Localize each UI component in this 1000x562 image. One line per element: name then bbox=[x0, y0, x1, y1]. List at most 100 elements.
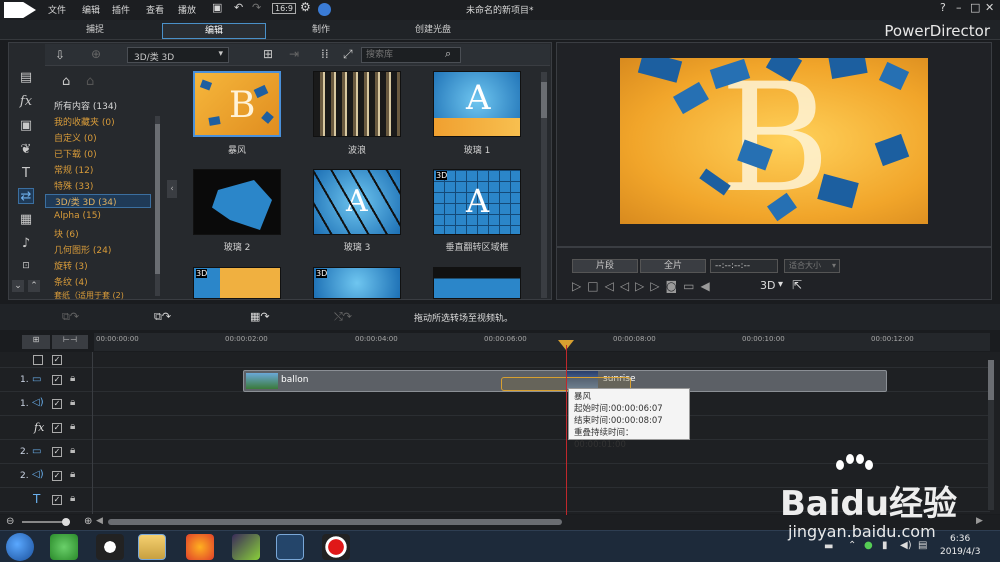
rewind-icon[interactable]: ◁ bbox=[620, 279, 635, 293]
chevron-down-icon[interactable]: ⌄ bbox=[12, 280, 24, 292]
category-item[interactable]: 常规 (12) bbox=[54, 163, 93, 176]
fx-room-icon[interactable]: fx bbox=[18, 94, 34, 110]
chevron-up-icon[interactable]: ⌃ bbox=[28, 280, 40, 292]
master-checkbox[interactable] bbox=[33, 355, 43, 365]
globe-icon[interactable]: ⊕ bbox=[91, 47, 101, 61]
app-icon-media[interactable] bbox=[232, 534, 260, 560]
transition-thumb-glass-2[interactable] bbox=[193, 169, 281, 235]
horizontal-scrollbar-thumb[interactable] bbox=[108, 519, 562, 525]
app-icon-recorder[interactable] bbox=[322, 534, 350, 560]
particle-room-icon[interactable]: ❦ bbox=[18, 142, 34, 158]
grid-view-icon[interactable]: ⁞⁞ bbox=[321, 47, 329, 61]
maximize-icon[interactable]: □ bbox=[970, 1, 980, 14]
prev-frame-icon[interactable]: ◁ bbox=[605, 279, 620, 293]
transition-thumb[interactable]: 3D bbox=[193, 267, 281, 299]
track-enable-checkbox[interactable]: ✓ bbox=[52, 375, 62, 385]
gear-icon[interactable]: ⚙ bbox=[300, 0, 311, 14]
category-item[interactable]: 我的收藏夹 (0) bbox=[54, 115, 115, 128]
category-item[interactable]: 条纹 (4) bbox=[54, 275, 88, 288]
menu-plugins[interactable]: 插件 bbox=[112, 3, 130, 16]
transition-thumb-glass-3[interactable]: A bbox=[313, 169, 401, 235]
microphone-icon[interactable]: ♪ bbox=[18, 236, 34, 252]
add-to-track-icon[interactable]: ⧉↷ bbox=[62, 310, 79, 324]
category-item-selected[interactable]: 3D/类 3D (34) bbox=[45, 194, 151, 208]
media-room-icon[interactable]: ▤ bbox=[18, 70, 34, 86]
snapshot-icon[interactable]: ◙ bbox=[666, 279, 684, 293]
lock-icon[interactable]: 🔒︎ bbox=[70, 373, 75, 384]
transition-room-icon[interactable]: ⇄ bbox=[18, 188, 34, 204]
save-icon[interactable]: ▣ bbox=[212, 1, 222, 14]
track-enable-checkbox[interactable]: ✓ bbox=[52, 399, 62, 409]
app-icon-explorer[interactable] bbox=[138, 534, 166, 560]
undo-icon[interactable]: ↶ bbox=[234, 1, 243, 14]
title-room-icon[interactable]: T bbox=[18, 166, 34, 182]
category-item[interactable]: 特殊 (33) bbox=[54, 179, 93, 192]
lock-icon[interactable]: 🔒︎ bbox=[70, 445, 75, 456]
category-item[interactable]: 几何图形 (24) bbox=[54, 243, 111, 256]
tab-produce[interactable]: 制作 bbox=[276, 23, 366, 39]
next-frame-icon[interactable]: ▷ bbox=[635, 279, 650, 293]
help-icon[interactable]: ? bbox=[940, 1, 946, 14]
transition-thumb-vertical-flip[interactable]: A 3D bbox=[433, 169, 521, 235]
insert-transition-icon[interactable]: ⧉↷ bbox=[154, 310, 171, 324]
master-enable-checkbox[interactable]: ✓ bbox=[52, 355, 62, 365]
transition-thumb-storm[interactable]: B bbox=[193, 71, 281, 137]
export-icon[interactable]: ⇥ bbox=[289, 47, 299, 61]
undock-icon[interactable]: ⇱ bbox=[792, 278, 802, 292]
fast-forward-icon[interactable]: ▷ bbox=[650, 279, 665, 293]
timecode-field[interactable]: --:--:--:-- bbox=[710, 259, 778, 273]
app-icon-powerdirector[interactable] bbox=[276, 534, 304, 560]
library-scrollbar[interactable] bbox=[541, 72, 547, 298]
collapse-panel-handle[interactable]: ‹ bbox=[167, 180, 177, 198]
close-icon[interactable]: ✕ bbox=[985, 1, 994, 14]
display-icon[interactable]: ▭ bbox=[683, 279, 700, 293]
3d-mode-button[interactable]: 3D bbox=[760, 279, 775, 292]
app-icon-firefox[interactable] bbox=[186, 534, 214, 560]
scroll-left-icon[interactable]: ◀ bbox=[96, 516, 103, 526]
preview-seekbar[interactable] bbox=[556, 246, 992, 248]
play-icon[interactable]: ▷ bbox=[572, 279, 587, 293]
menu-edit[interactable]: 编辑 bbox=[82, 3, 100, 16]
zoom-in-icon[interactable]: ⊕ bbox=[84, 516, 92, 527]
add-icon[interactable]: ⊞ bbox=[263, 47, 273, 61]
category-dropdown[interactable]: 3D/类 3D ▾ bbox=[127, 47, 229, 63]
clock-date[interactable]: 2019/4/3 bbox=[940, 547, 980, 557]
lock-icon[interactable]: 🔒︎ bbox=[70, 421, 75, 432]
resize-icon[interactable]: ⤢ bbox=[343, 47, 353, 62]
transition-thumb-glass-1[interactable]: A bbox=[433, 71, 521, 137]
tag-add-icon[interactable]: ⌂ bbox=[62, 74, 70, 89]
tab-create-disc[interactable]: 创建光盘 bbox=[388, 23, 478, 39]
aspect-ratio-icon[interactable]: 16:9 bbox=[272, 3, 296, 14]
apply-all-icon[interactable]: ▦↷ bbox=[250, 310, 270, 323]
search-icon[interactable]: ⌕ bbox=[445, 47, 451, 61]
start-button[interactable] bbox=[6, 533, 34, 561]
menu-file[interactable]: 文件 bbox=[48, 3, 66, 16]
tag-remove-icon[interactable]: ⌂ bbox=[86, 74, 94, 89]
volume-icon[interactable]: ◀ bbox=[701, 279, 716, 293]
track-enable-checkbox[interactable]: ✓ bbox=[52, 495, 62, 505]
app-icon-qq[interactable] bbox=[96, 534, 124, 560]
fit-size-dropdown[interactable]: 适合大小 ▾ bbox=[784, 259, 840, 273]
random-transition-icon[interactable]: ⤭↷ bbox=[334, 310, 352, 324]
subtitle-room-icon[interactable]: ⊡ bbox=[18, 258, 34, 274]
chevron-down-icon[interactable]: ▾ bbox=[778, 279, 783, 290]
transition-thumb-wave[interactable] bbox=[313, 71, 401, 137]
menu-view[interactable]: 查看 bbox=[146, 3, 164, 16]
time-ruler[interactable]: 00:00:00:00 00:00:02:00 00:00:04:00 00:0… bbox=[94, 333, 990, 351]
account-icon[interactable] bbox=[318, 3, 331, 16]
lock-icon[interactable]: 🔒︎ bbox=[70, 397, 75, 408]
menu-play[interactable]: 播放 bbox=[178, 3, 196, 16]
redo-icon[interactable]: ↷ bbox=[252, 1, 261, 14]
transition-thumb[interactable]: 3D bbox=[313, 267, 401, 299]
category-scrollbar[interactable] bbox=[155, 116, 160, 296]
timeline-view-button[interactable]: ⊞ bbox=[22, 335, 50, 349]
category-item[interactable]: Alpha (15) bbox=[54, 211, 101, 221]
audio-mix-icon[interactable]: ▦ bbox=[18, 212, 34, 228]
category-item[interactable]: 已下载 (0) bbox=[54, 147, 97, 160]
minimize-icon[interactable]: – bbox=[956, 1, 962, 14]
lock-icon[interactable]: 🔒︎ bbox=[70, 493, 75, 504]
tab-edit[interactable]: 编辑 bbox=[162, 23, 266, 39]
lock-icon[interactable]: 🔒︎ bbox=[70, 469, 75, 480]
tab-capture[interactable]: 捕捉 bbox=[50, 23, 140, 39]
track-enable-checkbox[interactable]: ✓ bbox=[52, 447, 62, 457]
